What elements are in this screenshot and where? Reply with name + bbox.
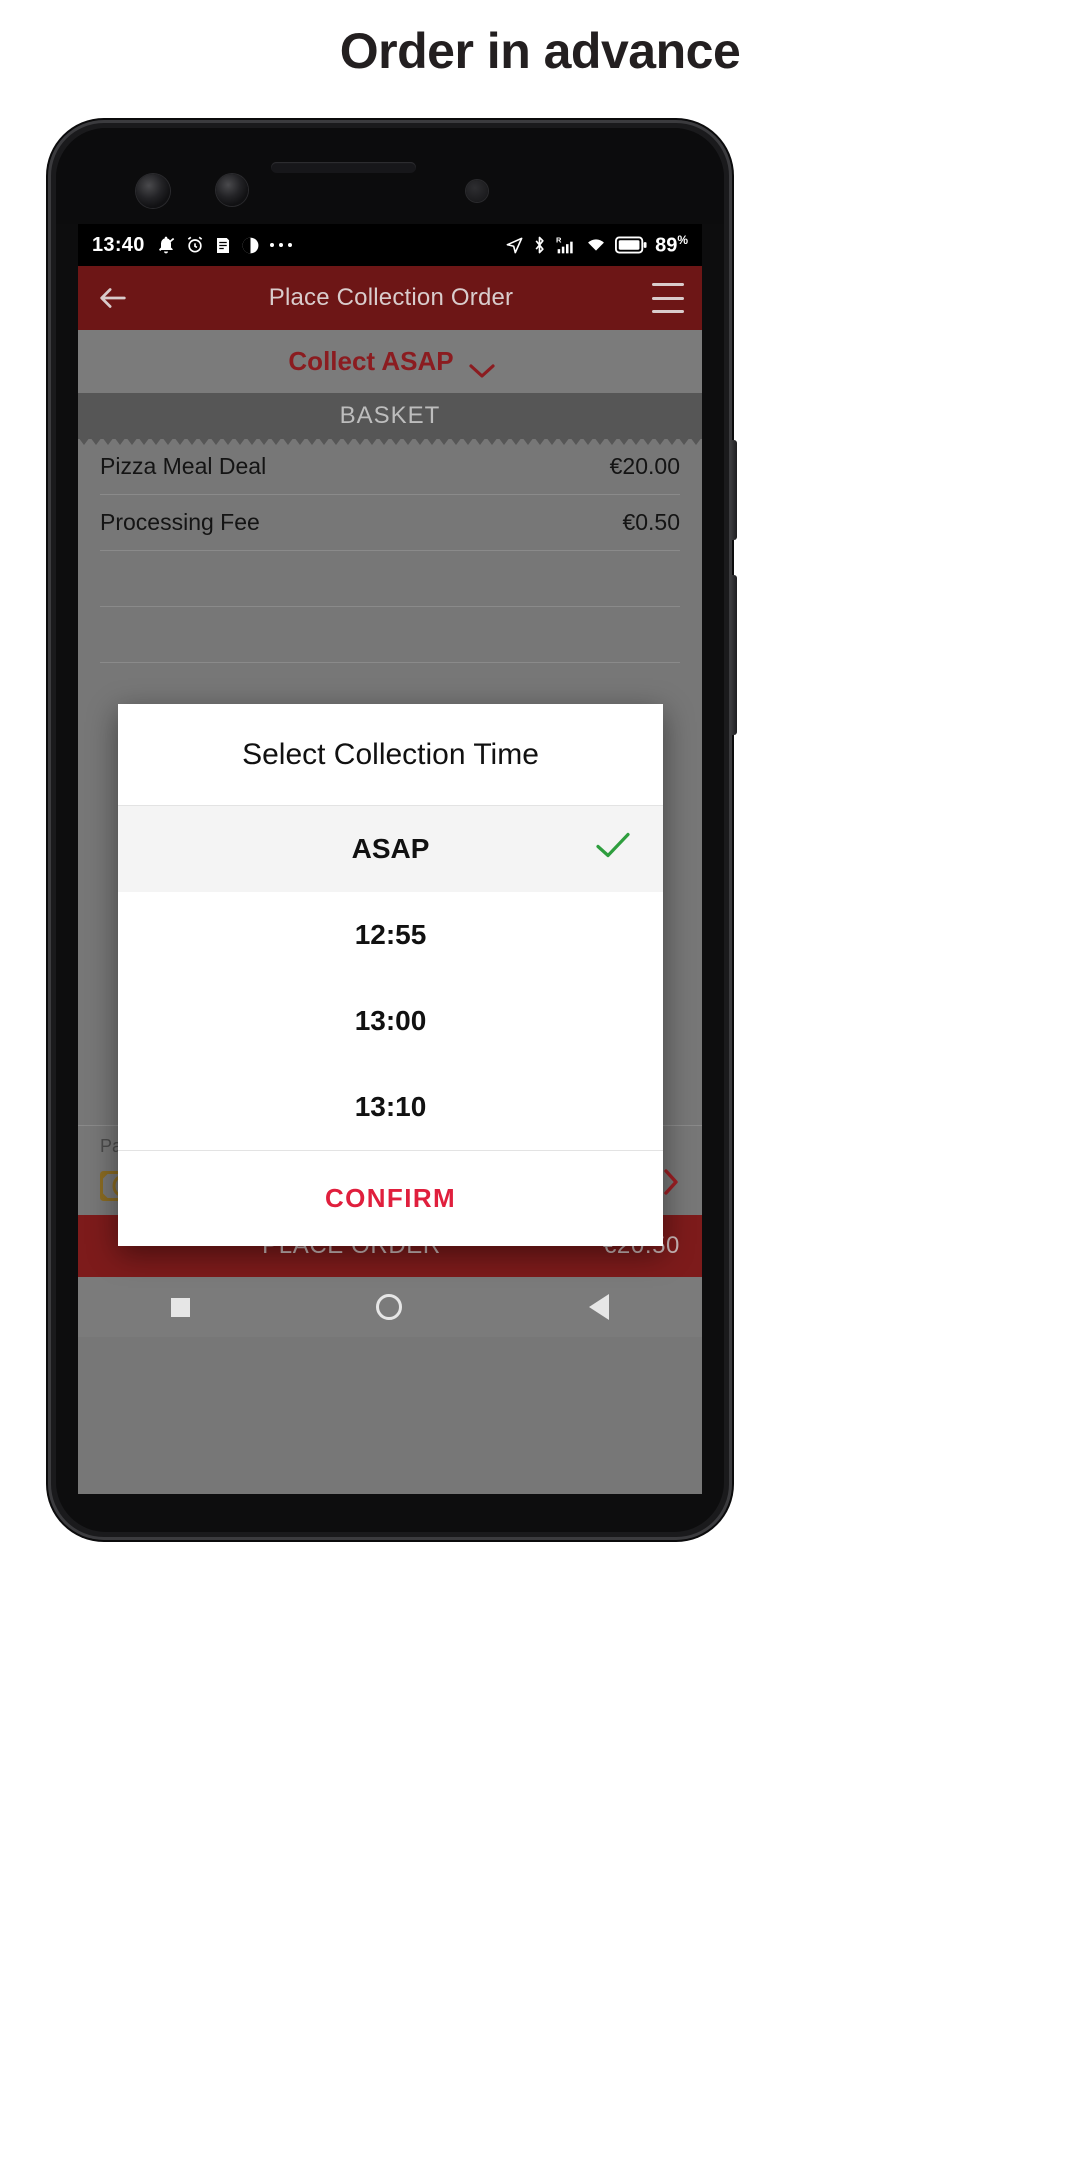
battery-percent-value: 89 [655, 234, 678, 257]
dialog-footer: CONFIRM [118, 1150, 663, 1246]
wifi-icon [585, 236, 607, 255]
secondary-camera-icon [216, 174, 248, 206]
table-row[interactable]: Pizza Meal Deal €20.00 [100, 439, 680, 495]
alarm-clock-icon [185, 235, 205, 255]
phone-body: 13:40 R 89% Place Collection Order Colle… [56, 128, 724, 1532]
android-nav-bar [78, 1277, 702, 1337]
dialog-options-list: ASAP 12:55 13:00 13:10 [118, 806, 663, 1150]
receipt-zigzag-edge [78, 437, 702, 445]
basket-row-empty [100, 551, 680, 607]
basket-item-name: Processing Fee [100, 509, 260, 535]
status-bar: 13:40 R 89% [78, 224, 702, 266]
earpiece-speaker [271, 162, 416, 173]
bluetooth-icon [532, 235, 547, 255]
do-not-disturb-icon [241, 236, 260, 255]
dialog-option-1255[interactable]: 12:55 [118, 892, 663, 978]
location-arrow-icon [505, 236, 524, 255]
dialog-option-label: 13:10 [354, 1091, 427, 1122]
dialog-option-asap[interactable]: ASAP [118, 806, 663, 892]
battery-icon [615, 236, 647, 254]
front-camera-icon [136, 174, 170, 208]
dialog-title: Select Collection Time [118, 704, 663, 806]
dialog-option-label: ASAP [351, 833, 430, 864]
notes-icon [214, 236, 232, 255]
square-icon[interactable] [171, 1297, 191, 1317]
basket-row-empty [100, 607, 680, 663]
table-row[interactable]: Processing Fee €0.50 [100, 495, 680, 551]
basket-item-price: €20.00 [609, 453, 680, 479]
chevron-down-icon [468, 355, 495, 378]
basket-item-name: Pizza Meal Deal [100, 453, 267, 479]
phone-top-bezel [56, 128, 724, 224]
page-title: Order in advance [339, 23, 741, 79]
dialog-option-label: 13:00 [354, 1005, 427, 1036]
phone-frame: 13:40 R 89% Place Collection Order Colle… [48, 120, 737, 1540]
app-bar-title: Place Collection Order [268, 284, 514, 311]
svg-text:R: R [556, 236, 562, 245]
status-bar-right: R 89% [505, 233, 688, 258]
collect-time-selector[interactable]: Collect ASAP [78, 330, 702, 393]
confirm-button[interactable]: CONFIRM [118, 1151, 663, 1246]
triangle-back-icon[interactable] [588, 1294, 609, 1320]
collect-time-label: Collect ASAP [288, 346, 454, 376]
basket-header: BASKET [78, 393, 702, 445]
battery-percent: 89% [655, 233, 688, 258]
screenshot-root: Order in advance 13:40 R 89% Place Colle… [0, 0, 1080, 2160]
roaming-signal-icon: R [555, 235, 577, 255]
bell-muted-icon [156, 235, 176, 255]
back-arrow-icon[interactable] [96, 281, 130, 315]
chevron-right-icon[interactable] [662, 1167, 680, 1205]
phone-screen: 13:40 R 89% Place Collection Order Colle… [78, 224, 702, 1494]
select-collection-time-dialog: Select Collection Time ASAP 12:55 13:00 … [118, 704, 663, 1246]
dialog-option-1310[interactable]: 13:10 [118, 1064, 663, 1150]
basket-list: Pizza Meal Deal €20.00 Processing Fee €0… [78, 439, 702, 663]
hamburger-menu-icon[interactable] [652, 283, 684, 313]
dialog-option-1300[interactable]: 13:00 [118, 978, 663, 1064]
basket-header-label: BASKET [339, 402, 441, 429]
basket-item-price: €0.50 [622, 509, 680, 535]
volume-button[interactable] [731, 575, 737, 735]
status-time: 13:40 [92, 233, 145, 256]
check-icon [595, 832, 631, 867]
power-button[interactable] [731, 440, 737, 540]
app-bar: Place Collection Order [78, 266, 702, 330]
status-bar-left: 13:40 [92, 234, 293, 257]
dialog-option-label: 12:55 [354, 919, 427, 950]
battery-percent-symbol: % [677, 232, 688, 247]
more-icon [269, 241, 293, 249]
proximity-sensor-icon [466, 180, 488, 202]
circle-icon[interactable] [376, 1294, 403, 1320]
